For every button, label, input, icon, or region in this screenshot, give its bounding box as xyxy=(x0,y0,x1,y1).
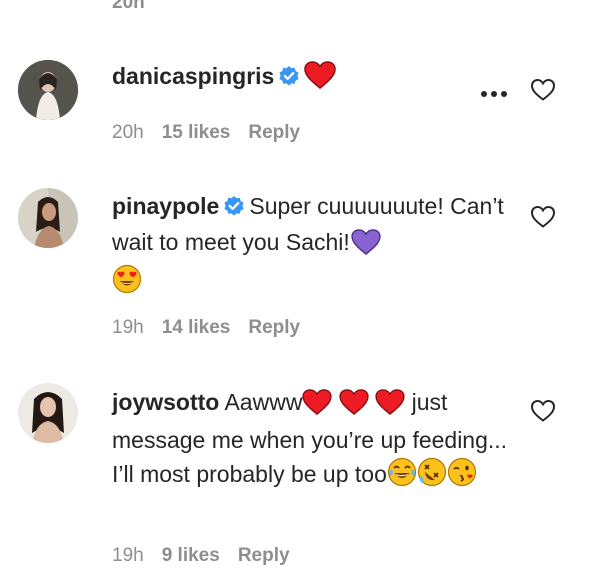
verified-badge-icon xyxy=(278,63,300,96)
avatar-image xyxy=(18,188,78,248)
comment-meta: 19h 9 likes Reply xyxy=(112,545,308,567)
reply-button[interactable]: Reply xyxy=(238,545,290,566)
username[interactable]: danicaspingris xyxy=(112,63,274,89)
comment-text: danicaspingris xyxy=(112,60,512,98)
username[interactable]: pinaypole xyxy=(112,193,219,219)
avatar[interactable] xyxy=(18,383,78,443)
previous-comment-timestamp: 20h xyxy=(112,0,145,13)
comment-meta: 19h 14 likes Reply xyxy=(112,317,318,339)
heart-eyes-face-icon xyxy=(112,264,142,303)
heart-outline-icon xyxy=(530,205,556,228)
comment-text: pinaypole Super cuuuuuuute! Can’t wait to… xyxy=(112,190,512,303)
more-options-button[interactable] xyxy=(480,85,510,97)
purple-heart-icon xyxy=(350,229,382,264)
verified-badge-icon xyxy=(223,193,245,226)
avatar-image xyxy=(18,60,78,120)
avatar-image xyxy=(18,383,78,443)
reply-button[interactable]: Reply xyxy=(248,122,300,143)
kissing-wink-face-icon xyxy=(447,457,477,496)
red-heart-icon xyxy=(304,61,337,98)
like-button[interactable] xyxy=(530,205,556,229)
likes-count[interactable]: 9 likes xyxy=(162,545,220,566)
ellipsis-icon xyxy=(481,91,507,97)
comment-body-start: Aawww xyxy=(224,389,303,415)
comment-time: 19h xyxy=(112,545,144,566)
comment-time: 20h xyxy=(112,122,144,143)
red-heart-icon xyxy=(375,389,405,424)
like-button[interactable] xyxy=(530,78,556,102)
avatar[interactable] xyxy=(18,188,78,248)
username[interactable]: joywsotto xyxy=(112,389,219,415)
comment-meta: 20h 15 likes Reply xyxy=(112,122,318,144)
rolling-laughing-face-icon xyxy=(417,457,447,496)
red-heart-icon xyxy=(339,389,369,424)
avatar[interactable] xyxy=(18,60,78,120)
comment-time: 19h xyxy=(112,317,144,338)
tears-of-joy-face-icon xyxy=(387,457,417,496)
heart-outline-icon xyxy=(530,78,556,101)
comment-text: joywsotto Aawww just message me when you… xyxy=(112,386,512,496)
likes-count[interactable]: 15 likes xyxy=(162,122,231,143)
red-heart-icon xyxy=(302,389,333,424)
reply-button[interactable]: Reply xyxy=(248,317,300,338)
likes-count[interactable]: 14 likes xyxy=(162,317,231,338)
heart-outline-icon xyxy=(530,399,556,422)
like-button[interactable] xyxy=(530,399,556,423)
